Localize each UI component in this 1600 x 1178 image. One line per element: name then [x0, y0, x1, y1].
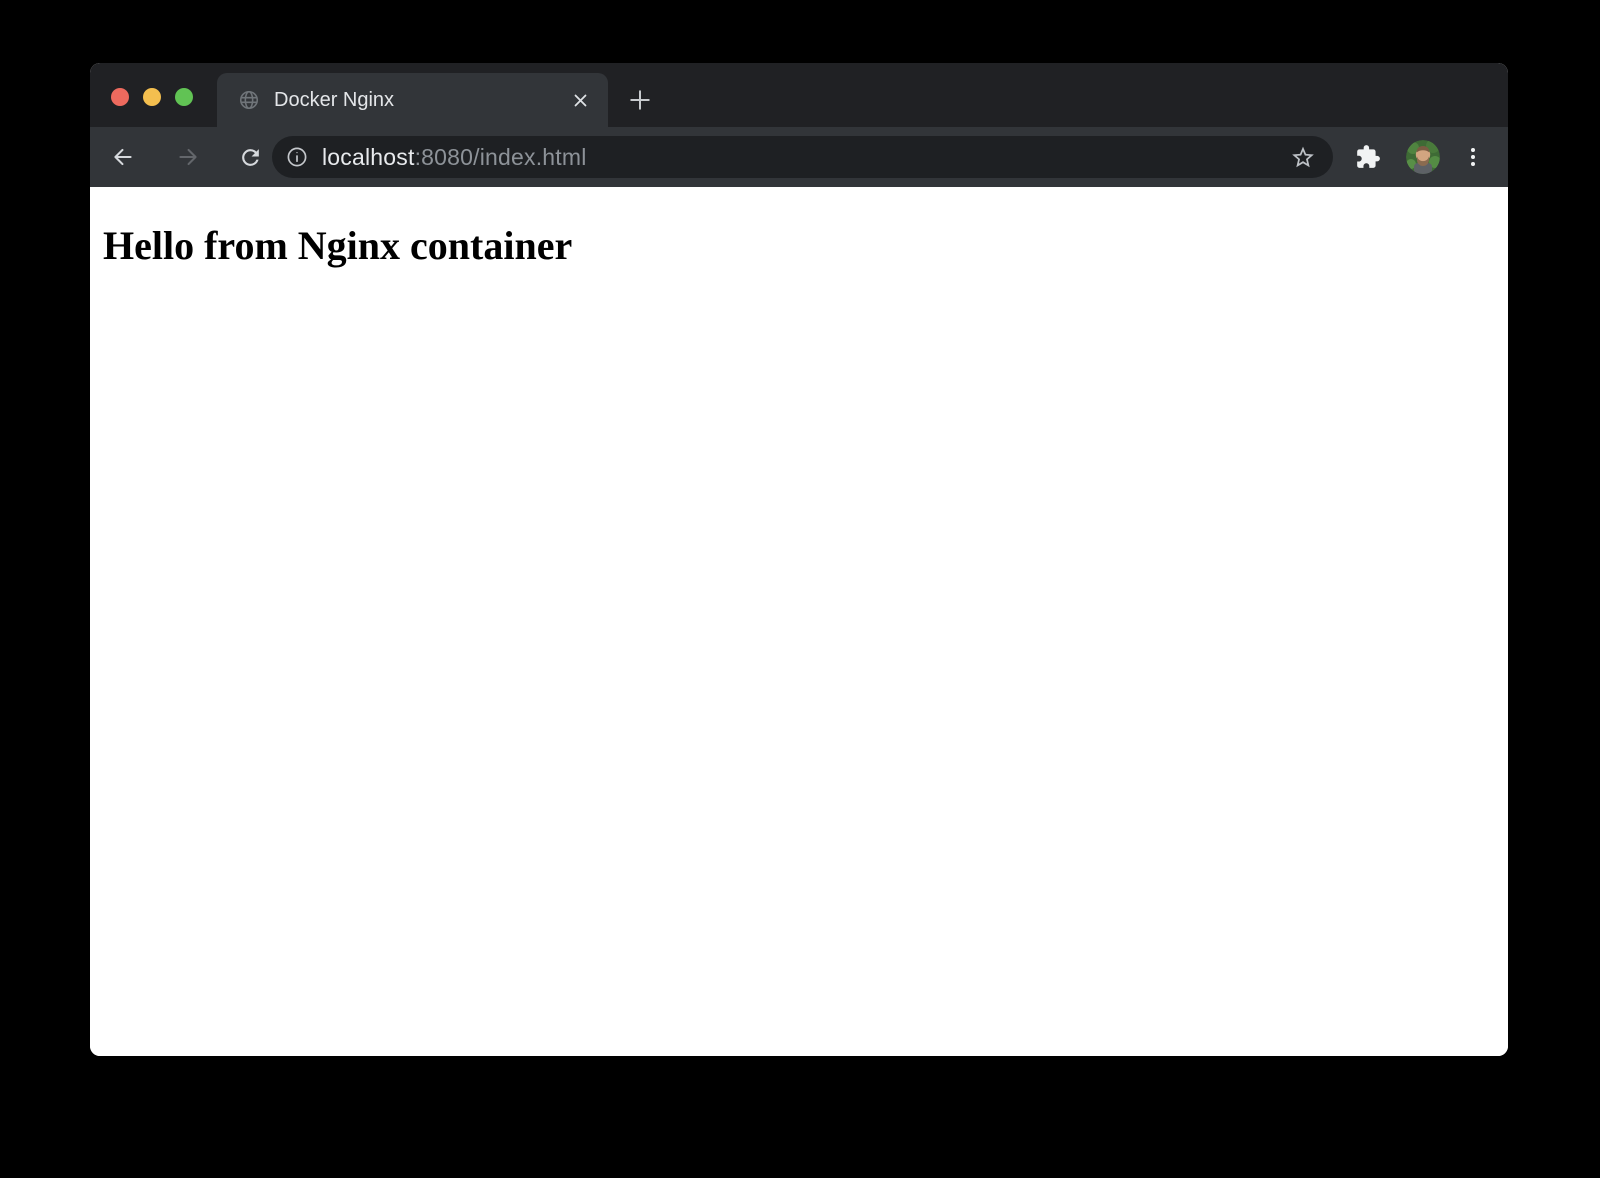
reload-icon — [241, 148, 259, 166]
url-host: localhost — [322, 143, 415, 170]
forward-button[interactable] — [171, 140, 205, 174]
window-close-button[interactable] — [111, 88, 129, 106]
url-text: localhost:8080/index.html — [322, 144, 587, 171]
tab-close-icon[interactable] — [567, 87, 593, 113]
browser-window: Docker Nginx localhost:8080/index.html H… — [90, 63, 1508, 1056]
browser-toolbar: localhost:8080/index.html — [90, 127, 1508, 187]
browser-menu-button[interactable] — [1456, 140, 1490, 174]
reload-button[interactable] — [233, 140, 267, 174]
window-zoom-button[interactable] — [175, 88, 193, 106]
tab-title: Docker Nginx — [274, 88, 395, 111]
plus-icon — [630, 90, 650, 110]
profile-avatar[interactable] — [1406, 140, 1440, 174]
address-bar[interactable]: localhost:8080/index.html — [272, 136, 1333, 178]
bookmark-star-icon[interactable] — [1290, 144, 1316, 170]
globe-icon — [238, 89, 260, 111]
puzzle-icon — [1357, 145, 1380, 168]
page-content: Hello from Nginx container — [90, 187, 1508, 1056]
kebab-menu-icon — [1471, 148, 1475, 166]
window-minimize-button[interactable] — [143, 88, 161, 106]
tab-docker-nginx[interactable]: Docker Nginx — [217, 73, 608, 127]
forward-arrow-icon — [179, 148, 197, 166]
extensions-button[interactable] — [1351, 140, 1385, 174]
new-tab-button[interactable] — [624, 84, 656, 116]
back-button[interactable] — [106, 140, 140, 174]
window-controls — [111, 88, 193, 106]
url-path: :8080/index.html — [414, 143, 587, 170]
site-info-icon[interactable] — [284, 144, 310, 170]
back-arrow-icon — [114, 148, 132, 166]
page-title: Hello from Nginx container — [103, 223, 573, 268]
avatar-image — [1406, 140, 1440, 174]
tab-strip: Docker Nginx — [90, 63, 1508, 127]
